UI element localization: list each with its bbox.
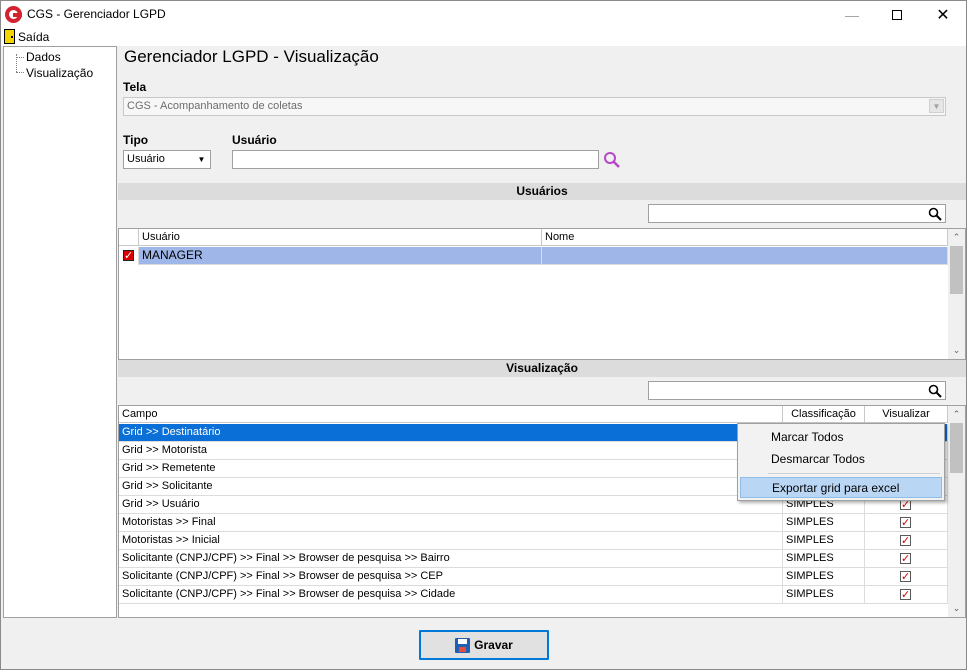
menu-bar: Saída [1,28,966,46]
cell-campo: Solicitante (CNPJ/CPF) >> Final >> Brows… [119,586,783,604]
tree-connector [16,72,24,73]
checkbox-checked-icon[interactable] [900,533,911,550]
cell-visualizar[interactable] [865,550,948,568]
search-icon[interactable] [928,384,942,398]
cell-classificacao: SIMPLES [783,586,865,604]
cell-campo: Motoristas >> Final [119,514,783,532]
tela-label: Tela [123,80,147,94]
usuarios-search-input[interactable] [648,204,946,223]
menu-item-marcar-todos[interactable]: Marcar Todos [740,427,942,448]
row-check-cell[interactable] [119,247,139,265]
visualizacao-scrollbar[interactable]: ⌃ ⌄ [948,406,965,617]
col-head-classificacao[interactable]: Classificação [783,406,865,423]
cell-classificacao: SIMPLES [783,568,865,586]
checkbox-checked-icon[interactable] [900,551,911,568]
chevron-down-icon[interactable]: ▼ [929,99,944,113]
tela-select-value: CGS - Acompanhamento de coletas [127,100,303,112]
cell-classificacao: SIMPLES [783,514,865,532]
menu-separator [768,473,940,474]
cell-campo: Grid >> Motorista [119,442,783,460]
title-bar[interactable]: CGS - Gerenciador LGPD — ✕ [1,1,966,28]
context-menu: Marcar Todos Desmarcar Todos Exportar gr… [737,423,945,501]
exit-door-icon [4,29,15,44]
cell-visualizar[interactable] [865,532,948,550]
cell-usuario: MANAGER [139,247,542,265]
cell-campo: Grid >> Destinatário [119,424,783,442]
page-title: Gerenciador LGPD - Visualização [124,47,379,66]
cell-classificacao: SIMPLES [783,550,865,568]
menu-item-exportar-excel[interactable]: Exportar grid para excel [740,477,942,498]
minimize-button[interactable]: — [829,1,875,28]
search-icon[interactable] [928,207,942,221]
app-logo-icon [5,6,22,23]
scroll-down-icon[interactable]: ⌄ [948,342,965,359]
close-icon: ✕ [936,6,950,24]
tipo-select[interactable]: Usuário ▼ [123,150,211,169]
tipo-select-value: Usuário [127,153,165,165]
visualizacao-grid-header: Campo Classificação Visualizar [119,406,948,423]
cell-classificacao: SIMPLES [783,532,865,550]
tipo-label: Tipo [123,133,149,147]
col-head-visualizar[interactable]: Visualizar [865,406,948,423]
visualizacao-section-header: Visualização [118,360,966,377]
sidebar-item-dados[interactable]: Dados [26,50,61,64]
close-button[interactable]: ✕ [920,1,966,28]
cell-campo: Grid >> Remetente [119,460,783,478]
col-head-check [119,229,139,246]
usuarios-scrollbar[interactable]: ⌃ ⌄ [948,229,965,359]
chevron-down-icon[interactable]: ▼ [194,152,209,166]
usuarios-grid: Usuário Nome MANAGER ⌃ ⌄ [118,228,966,360]
cell-campo: Solicitante (CNPJ/CPF) >> Final >> Brows… [119,550,783,568]
gravar-button-label: Gravar [474,638,513,652]
cell-campo: Grid >> Usuário [119,496,783,514]
cell-campo: Solicitante (CNPJ/CPF) >> Final >> Brows… [119,568,783,586]
save-disk-icon [455,637,471,653]
col-head-campo[interactable]: Campo [119,406,783,423]
cell-visualizar[interactable] [865,586,948,604]
cell-campo: Motoristas >> Inicial [119,532,783,550]
minimize-icon: — [845,6,859,23]
scroll-thumb[interactable] [950,246,963,294]
tela-select[interactable]: CGS - Acompanhamento de coletas ▼ [123,97,946,116]
table-row[interactable]: Motoristas >> Inicial SIMPLES [119,532,948,550]
maximize-icon [892,9,902,20]
search-icon[interactable] [603,151,621,169]
window-title: CGS - Gerenciador LGPD [27,7,166,21]
usuarios-section-header: Usuários [118,183,966,200]
sidebar-tree: Dados Visualização [3,46,117,618]
col-head-nome[interactable]: Nome [542,229,948,246]
col-head-usuario[interactable]: Usuário [139,229,542,246]
menu-saida-label: Saída [18,29,50,44]
scroll-down-icon[interactable]: ⌄ [948,600,965,617]
sidebar-item-visualizacao[interactable]: Visualização [26,66,93,80]
table-row[interactable]: Solicitante (CNPJ/CPF) >> Final >> Brows… [119,568,948,586]
usuario-label: Usuário [232,133,277,147]
checkbox-checked-icon[interactable] [900,569,911,586]
scroll-up-icon[interactable]: ⌃ [948,406,965,423]
menu-saida[interactable]: Saída [4,29,49,44]
table-row[interactable]: MANAGER [119,247,948,265]
checkbox-checked-icon[interactable] [123,248,134,265]
usuario-input[interactable] [232,150,599,169]
menu-item-desmarcar-todos[interactable]: Desmarcar Todos [740,449,942,470]
checkbox-checked-icon[interactable] [900,587,911,604]
table-row[interactable]: Solicitante (CNPJ/CPF) >> Final >> Brows… [119,550,948,568]
visualizacao-search-input[interactable] [648,381,946,400]
scroll-thumb[interactable] [950,423,963,473]
scroll-up-icon[interactable]: ⌃ [948,229,965,246]
tree-connector [16,57,24,58]
cell-campo: Grid >> Solicitante [119,478,783,496]
gravar-button[interactable]: Gravar [419,630,549,660]
cell-visualizar[interactable] [865,568,948,586]
cell-visualizar[interactable] [865,514,948,532]
maximize-button[interactable] [874,1,920,28]
checkbox-checked-icon[interactable] [900,515,911,532]
cell-nome [542,247,948,265]
main-window: CGS - Gerenciador LGPD — ✕ Saída Dados V… [0,0,967,670]
usuarios-grid-header: Usuário Nome [119,229,948,246]
table-row[interactable]: Solicitante (CNPJ/CPF) >> Final >> Brows… [119,586,948,604]
table-row[interactable]: Motoristas >> Final SIMPLES [119,514,948,532]
